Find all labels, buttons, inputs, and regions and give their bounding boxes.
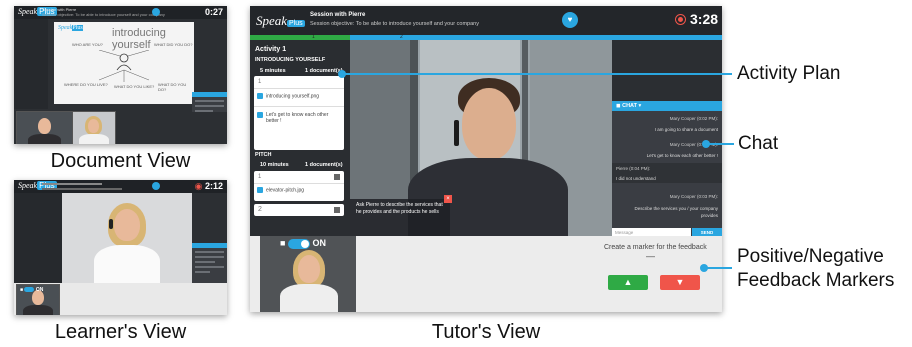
- document-view-header: Speak Plus Session with Pierre Session ob…: [14, 6, 227, 19]
- tutor-main-video: [62, 193, 192, 285]
- activity-title: Activity 1: [255, 46, 287, 53]
- learner-view-header: Speak Plus ◉ 2:12: [14, 180, 227, 193]
- video-camera-icon: ■: [280, 238, 286, 248]
- thumbs-down-icon: ▼: [675, 277, 685, 287]
- session-objective: Session objective: To be able to introdu…: [310, 21, 479, 27]
- close-instruction-icon[interactable]: ×: [444, 195, 452, 203]
- shared-document-slide: SpeakPlus introducing yourself WHO ARE Y…: [54, 22, 194, 104]
- learner-video-thumbnail: [72, 111, 116, 144]
- chat-author: Mary Cooper (0:03 PM):: [669, 194, 718, 199]
- tutor-view-screen: Speak Plus Session with Pierre Session ob…: [250, 6, 722, 312]
- session-clock: ◉ 2:12: [194, 181, 223, 191]
- activity-instruction: Ask Pierre to describe the services that…: [350, 199, 450, 236]
- chat-message: Let's get to know each other better !: [646, 153, 718, 158]
- session-title: Session with Pierre: [310, 12, 366, 18]
- chat-message: Describe the services you / your company…: [634, 206, 718, 218]
- tutor-video-thumbnail: [16, 111, 73, 144]
- chat-message: I am going to share a document: [654, 127, 718, 132]
- image-file-icon: [257, 187, 263, 193]
- chat-author: Mary Cooper (0:02 PM):: [669, 116, 718, 121]
- camera-toggle[interactable]: ■ ON: [280, 238, 326, 249]
- slide-bubble: WHAT DID YOU DO?: [154, 42, 193, 47]
- chat-message: I did not understand: [616, 176, 656, 181]
- marker-value: —: [646, 251, 655, 261]
- slide-bubble: WHO ARE YOU?: [72, 42, 103, 47]
- audio-indicator-icon[interactable]: ♥: [562, 12, 578, 28]
- activity-duration: 10 minutes: [260, 162, 289, 168]
- caption-learner-view: Learner's View: [54, 321, 187, 343]
- caption-tutor-view: Tutor's View: [431, 321, 541, 343]
- callout-line-chat: [706, 143, 734, 145]
- chat-panel-mini: [192, 92, 227, 112]
- activity-plan-panel: Activity 1 INTRODUCING YOURSELF 5 minute…: [250, 40, 350, 236]
- document-view-screen: Speak Plus Session with Pierre Session ob…: [14, 6, 227, 144]
- document-item[interactable]: Let's get to know each other better !: [257, 112, 336, 124]
- chat-panel-mini: [192, 243, 227, 283]
- negative-marker-button[interactable]: ▼: [660, 275, 700, 290]
- edit-icon[interactable]: [334, 207, 340, 213]
- label-feedback-line1: Positive/Negative: [737, 246, 884, 267]
- thumbs-up-icon: ▲: [623, 277, 633, 287]
- label-chat: Chat: [738, 133, 779, 154]
- record-icon: [675, 14, 686, 25]
- feedback-bar: ■ ON Create a marker for the feedback — …: [250, 236, 722, 312]
- activity-doc-count: 1 document(s): [305, 162, 343, 168]
- activity-title: Activity 2: [255, 135, 287, 142]
- chat-author: Pierre (0:04 PM):: [616, 166, 651, 171]
- activity-name: INTRODUCING THE ELEVATOR PITCH: [255, 145, 337, 158]
- self-video-thumbnail: ■ ON: [260, 236, 356, 312]
- activity-card[interactable]: 2: [254, 204, 344, 216]
- positive-marker-button[interactable]: ▲: [608, 275, 648, 290]
- slide-bubble: WHAT DO YOU DO?: [158, 82, 187, 92]
- learner-view-screen: Speak Plus ◉ 2:12 ■ ON: [14, 180, 227, 315]
- document-item[interactable]: elevator-pitch.jpg: [257, 187, 304, 193]
- activity-duration: 5 minutes: [260, 68, 286, 74]
- activity-sidebar: [14, 193, 62, 283]
- message-icon: [257, 112, 263, 118]
- chat-panel: ◼ CHAT ▾ Mary Cooper (0:02 PM): I am goi…: [612, 101, 722, 237]
- label-activity-plan: Activity Plan: [737, 63, 841, 84]
- app-logo: Speak Plus: [256, 13, 305, 28]
- image-file-icon: [257, 93, 263, 99]
- activity-sidebar: [14, 19, 48, 109]
- marker-prompt: Create a marker for the feedback: [604, 244, 707, 251]
- activity-step: 2: [258, 206, 262, 213]
- record-icon[interactable]: [152, 8, 160, 16]
- session-clock: 0:27: [204, 7, 223, 17]
- person-diagram-icon: [98, 50, 150, 82]
- self-video-thumbnail: ■ ON: [16, 284, 60, 315]
- tutor-header: Speak Plus Session with Pierre Session ob…: [250, 6, 722, 35]
- slide-bubble: WHAT DO YOU LIKE?: [114, 84, 155, 89]
- document-item[interactable]: introducing yourself.png: [257, 93, 319, 99]
- session-objective: Session objective: To be able to introdu…: [42, 12, 165, 17]
- activity-card[interactable]: 1 elevator-pitch.jpg: [254, 171, 344, 201]
- camera-toggle[interactable]: ■ ON: [20, 287, 43, 293]
- activity-step: 1: [258, 79, 262, 85]
- chat-header[interactable]: ◼ CHAT ▾: [612, 101, 722, 111]
- activity-doc-count: 1 document(s): [305, 68, 343, 74]
- activity-name: INTRODUCING YOURSELF: [255, 57, 326, 63]
- slide-logo: SpeakPlus: [58, 25, 83, 31]
- session-timer: 3:28: [690, 11, 719, 27]
- slide-title: introducing yourself: [112, 27, 166, 51]
- caption-document-view: Document View: [50, 150, 191, 172]
- chat-icon: ◼: [616, 103, 621, 109]
- label-feedback-line2: Feedback Markers: [737, 270, 895, 291]
- callout-line-activity-plan: [342, 73, 732, 75]
- activity-step: 1: [258, 174, 262, 180]
- record-icon[interactable]: [152, 182, 160, 190]
- callout-line-feedback: [704, 267, 732, 269]
- edit-icon[interactable]: [334, 174, 340, 180]
